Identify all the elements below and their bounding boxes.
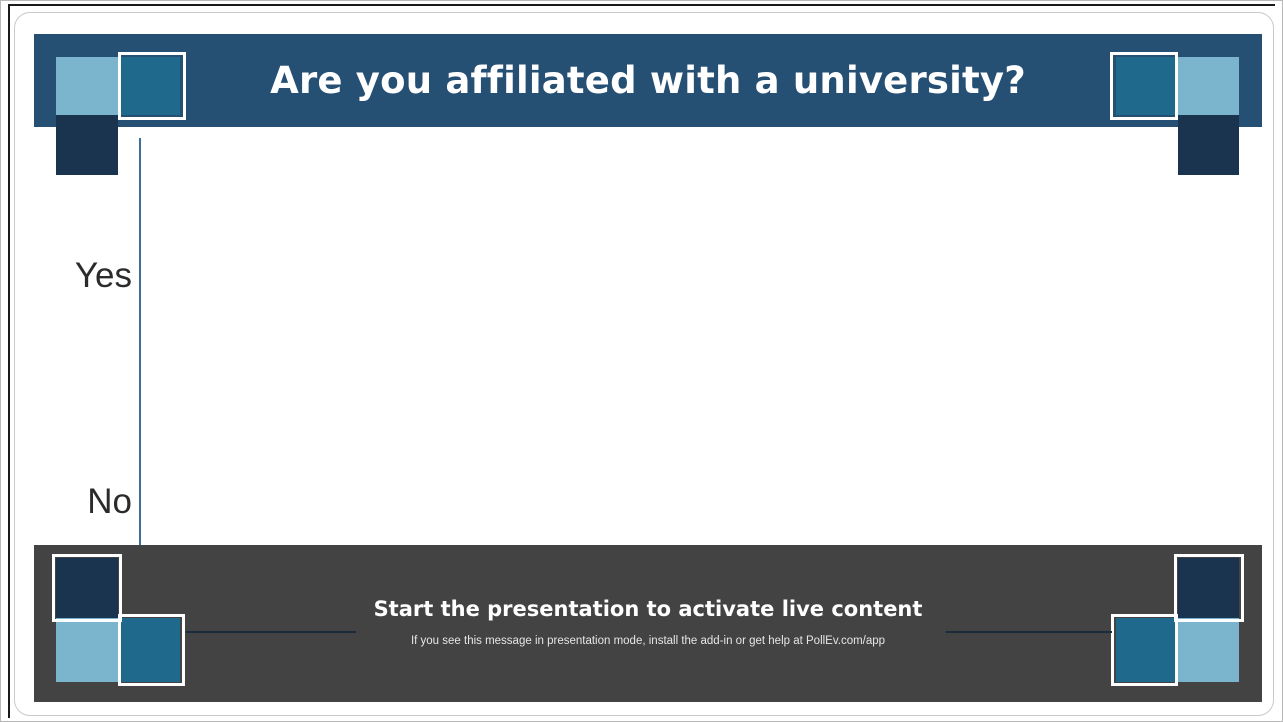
activation-help-text: If you see this message in presentation … (410, 635, 886, 647)
category-label-yes: Yes (74, 256, 132, 295)
chart-axis-line (139, 138, 141, 614)
poll-question-title: Are you affiliated with a university? (270, 59, 1026, 102)
footer-divider-right (946, 631, 1112, 633)
footer-divider-left (186, 631, 356, 633)
activation-footer (34, 545, 1262, 702)
poll-slide: Are you affiliated with a university? Ye… (34, 34, 1262, 702)
category-label-no: No (87, 482, 132, 521)
activation-headline: Start the presentation to activate live … (373, 597, 923, 621)
